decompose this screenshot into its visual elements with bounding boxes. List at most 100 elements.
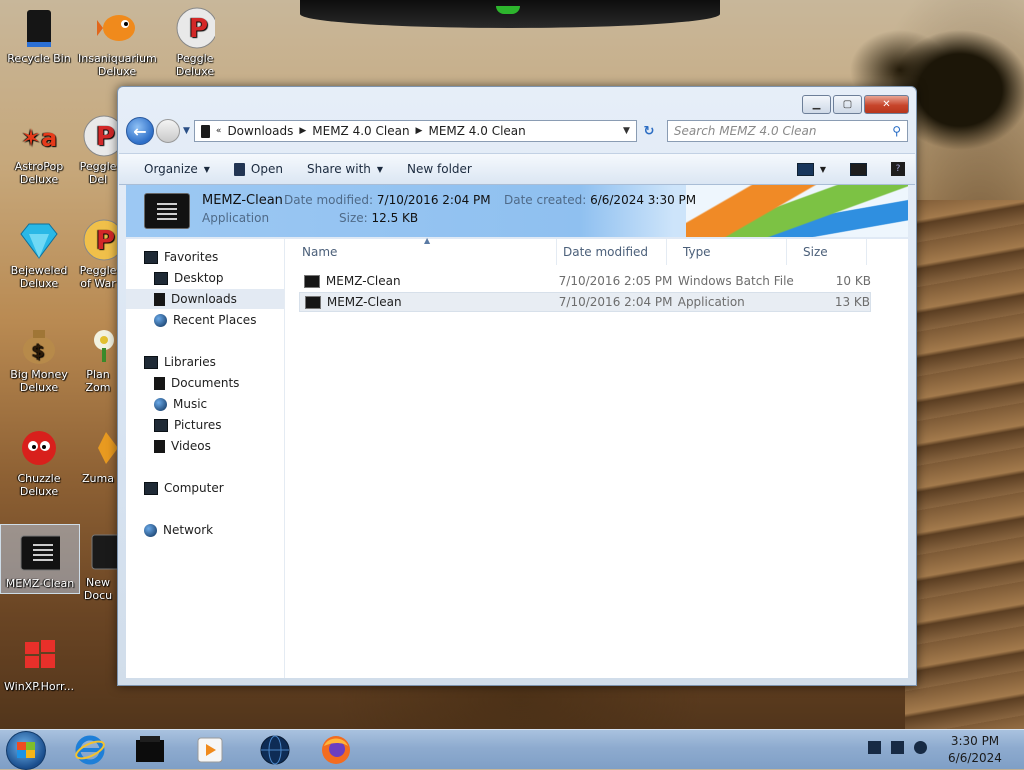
desktop-icon-peggle-nights[interactable]: P Peggle of War (78, 212, 118, 290)
nav-documents[interactable]: Documents (126, 373, 284, 393)
column-header-type[interactable]: Type (667, 239, 787, 265)
desktop-icon-recycle-bin[interactable]: Recycle Bin (0, 0, 78, 65)
windows-logo-icon (17, 742, 35, 758)
organize-button[interactable]: Organize ▼ (119, 154, 222, 184)
address-dropdown-icon[interactable]: ▼ (623, 126, 630, 136)
view-dropdown-icon[interactable]: ▼ (820, 165, 826, 174)
search-input[interactable]: Search MEMZ 4.0 Clean (674, 124, 892, 138)
recent-pages-dropdown[interactable]: ▼ (183, 126, 190, 136)
money-bag-icon: $ (19, 322, 59, 366)
close-button[interactable]: ✕ (864, 95, 909, 114)
explorer-window[interactable]: ▁ ▢ ✕ ← ▼ « Downloads ▶ MEMZ 4.0 Clean ▶… (117, 86, 917, 686)
taskbar-command-prompt[interactable] (130, 733, 170, 767)
terminal-icon (136, 736, 164, 762)
desktop-icon-big-money[interactable]: $ Big Money Deluxe (0, 316, 78, 394)
breadcrumb-memz-current[interactable]: MEMZ 4.0 Clean (428, 124, 525, 138)
breadcrumb-overflow-icon[interactable]: « (216, 126, 222, 136)
nav-desktop[interactable]: Desktop (126, 268, 284, 288)
documents-icon (154, 376, 165, 390)
desktop-icon-chuzzle[interactable]: Chuzzle Deluxe (0, 420, 78, 498)
nav-libraries[interactable]: Libraries (126, 352, 284, 372)
clock-date: 6/6/2024 (948, 751, 1002, 765)
forward-button[interactable] (156, 119, 180, 143)
column-label: Name (302, 245, 338, 259)
nav-pictures[interactable]: Pictures (126, 415, 284, 435)
desktop-icon-bejeweled[interactable]: Bejeweled Deluxe (0, 212, 78, 290)
taskbar-media-player[interactable] (190, 733, 230, 767)
desktop-icon-label: Peggle Del (79, 160, 117, 186)
desktop-icon-insaniquarium[interactable]: Insaniquarium Deluxe (78, 0, 157, 78)
search-box[interactable]: Search MEMZ 4.0 Clean ⚲ (666, 120, 908, 142)
desktop-icon-label: Big Money Deluxe (10, 368, 68, 394)
start-button[interactable] (6, 731, 46, 770)
clock[interactable]: 3:30 PM 6/6/2024 (940, 733, 1010, 767)
maximize-button[interactable]: ▢ (833, 95, 862, 114)
nav-computer[interactable]: Computer (126, 478, 284, 498)
nav-recent-places[interactable]: Recent Places (126, 310, 284, 330)
date-created-value: 6/6/2024 3:30 PM (590, 193, 697, 207)
column-header-name[interactable]: Name ▲ (285, 236, 557, 265)
breadcrumb-downloads[interactable]: Downloads (227, 124, 293, 138)
peggle-icon: P (78, 114, 118, 158)
svg-text:$: $ (32, 341, 45, 362)
nav-music[interactable]: Music (126, 394, 284, 414)
help-icon[interactable]: ? (891, 162, 905, 176)
peggle-icon: P (175, 6, 215, 50)
file-row-selected[interactable]: MEMZ-Clean 7/10/2016 2:04 PM Application… (299, 292, 871, 312)
open-label: Open (250, 162, 283, 176)
desktop-icon-plants-zombies[interactable]: Plan Zom (78, 316, 118, 394)
clock-time: 3:30 PM (950, 734, 1000, 748)
monitor-icon[interactable] (891, 741, 904, 754)
chevron-right-icon[interactable]: ▶ (299, 126, 306, 136)
pictures-icon (154, 418, 168, 432)
nav-network[interactable]: Network (126, 520, 284, 540)
desktop-icon-label: Peggle Deluxe (175, 52, 215, 78)
desktop-icon-peggle-deluxe[interactable]: P Peggle Deluxe (156, 0, 234, 78)
file-date: 7/10/2016 2:05 PM (558, 274, 673, 288)
search-icon[interactable]: ⚲ (892, 124, 901, 138)
chevron-down-icon: ▼ (376, 164, 384, 174)
column-label: Type (683, 245, 711, 259)
column-label: Date modified (563, 245, 649, 259)
chevron-right-icon[interactable]: ▶ (416, 126, 423, 136)
nav-downloads[interactable]: Downloads (126, 289, 284, 309)
desktop-icon-astropop[interactable]: ✶a AstroPop Deluxe (0, 108, 78, 186)
change-view-button[interactable] (796, 162, 814, 176)
desktop-icon-zuma[interactable]: Zuma (78, 420, 118, 485)
desktop-icon-memz-clean[interactable]: MEMZ-Clean (0, 524, 80, 594)
command-bar: Organize ▼ Open Share with ▼ New folder … (119, 153, 915, 185)
taskbar-globe-app[interactable] (255, 733, 295, 767)
breadcrumb-memz-parent[interactable]: MEMZ 4.0 Clean (312, 124, 409, 138)
taskbar-internet-explorer[interactable] (70, 733, 110, 767)
desktop-icon-new-document[interactable]: New Docu (78, 524, 118, 602)
back-button[interactable]: ← (126, 117, 154, 145)
preview-pane-button[interactable] (850, 162, 867, 176)
desktop-icon-winxp-horror[interactable]: WinXP.Horr... (0, 628, 78, 693)
nav-favorites[interactable]: Favorites (126, 247, 284, 267)
nav-label: Desktop (174, 271, 224, 285)
sort-ascending-icon: ▲ (424, 236, 431, 245)
column-header-size[interactable]: Size (787, 239, 867, 265)
share-with-button[interactable]: Share with ▼ (295, 154, 395, 184)
astropop-icon: ✶a (19, 114, 59, 158)
address-bar[interactable]: « Downloads ▶ MEMZ 4.0 Clean ▶ MEMZ 4.0 … (193, 120, 637, 142)
desktop-icon-label: Plan Zom (85, 368, 111, 394)
nav-label: Libraries (164, 355, 216, 369)
refresh-icon: ↻ (643, 123, 655, 139)
volume-icon[interactable] (914, 741, 927, 754)
desktop-icon (154, 271, 168, 285)
file-list[interactable]: Name ▲ Date modified Type Size MEMZ-Clea… (285, 236, 908, 678)
new-folder-button[interactable]: New folder (395, 154, 484, 184)
file-row[interactable]: MEMZ-Clean 7/10/2016 2:05 PM Windows Bat… (299, 271, 871, 291)
taskbar-firefox[interactable] (316, 733, 356, 767)
action-center-icon[interactable] (868, 741, 881, 754)
column-header-date-modified[interactable]: Date modified (547, 239, 667, 265)
nav-videos[interactable]: Videos (126, 436, 284, 456)
details-date-modified: Date modified: 7/10/2016 2:04 PM (284, 193, 491, 207)
window-caption-buttons: ▁ ▢ ✕ (802, 95, 909, 114)
minimize-button[interactable]: ▁ (802, 95, 831, 114)
refresh-button[interactable]: ↻ (637, 124, 661, 139)
open-button[interactable]: Open (222, 154, 295, 184)
new-folder-label: New folder (407, 162, 472, 176)
desktop-icon-peggle-2[interactable]: P Peggle Del (78, 108, 118, 186)
